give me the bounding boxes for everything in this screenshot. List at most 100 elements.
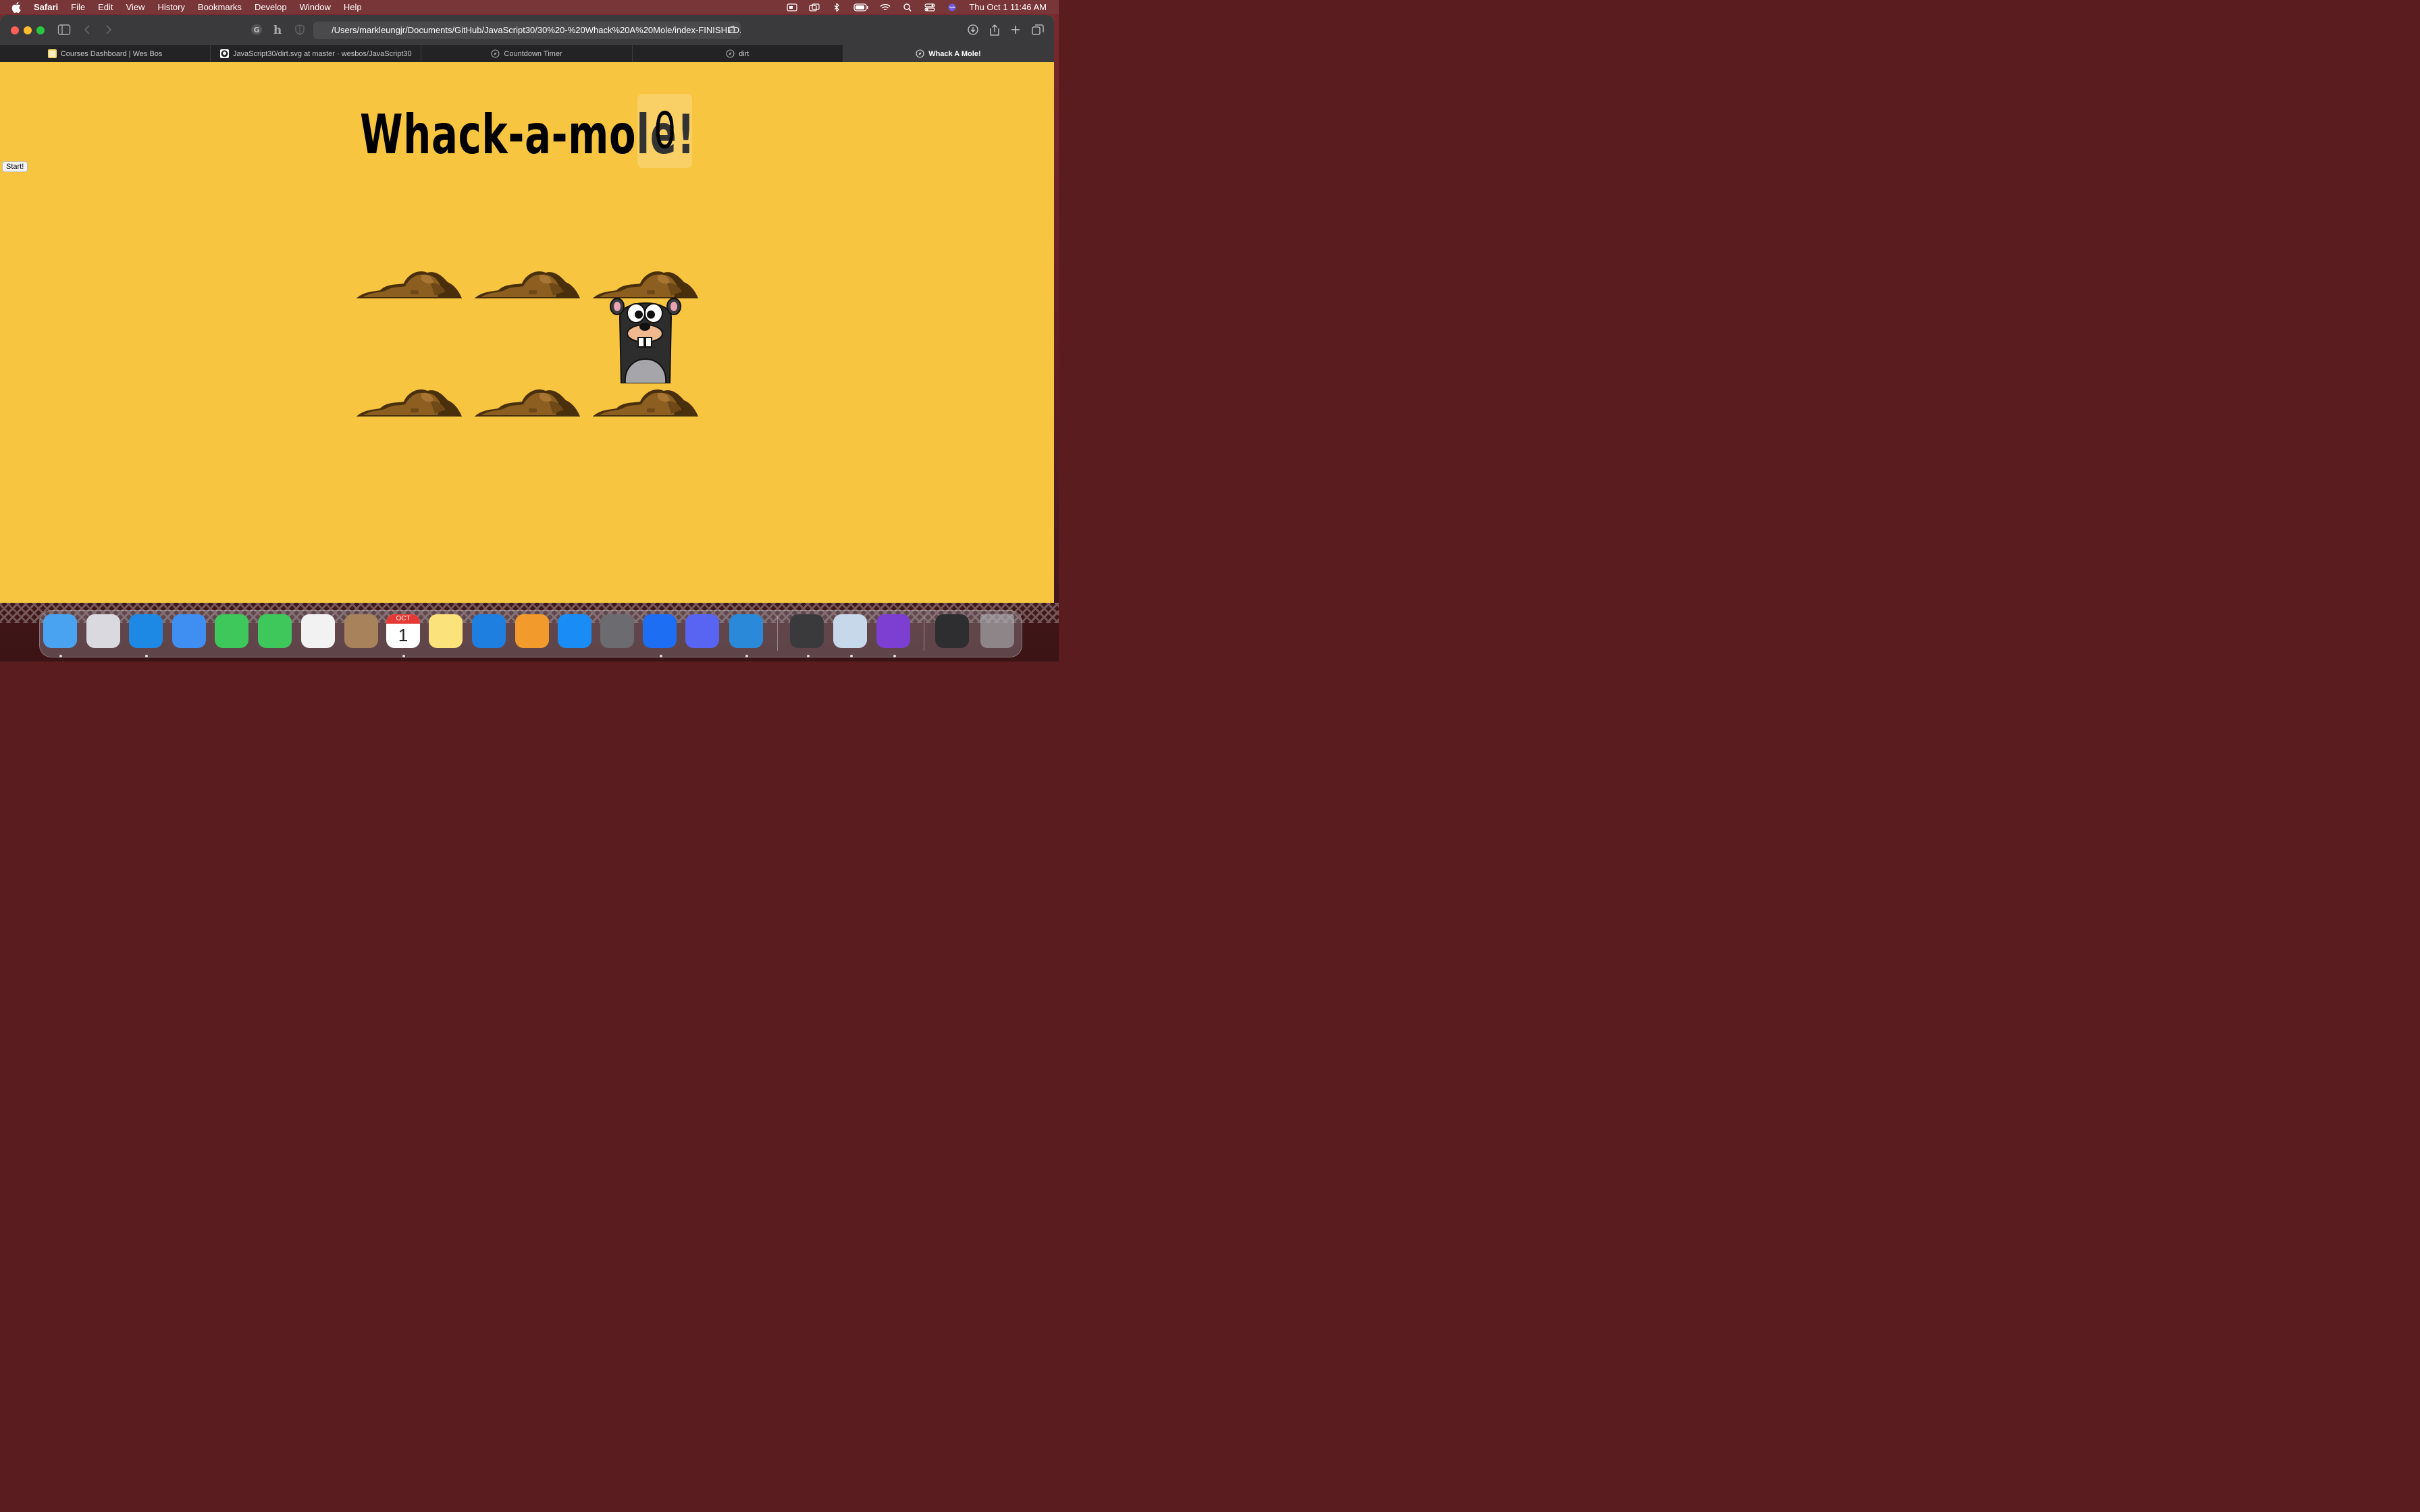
menu-history[interactable]: History [157,2,184,12]
menu-window[interactable]: Window [300,2,331,12]
siri-icon[interactable] [947,3,957,11]
back-icon[interactable] [81,24,95,36]
game-page: Start! Whack-a-mole! 0 [0,62,1054,603]
forward-icon[interactable] [101,24,115,36]
tab-courses-dashboard[interactable]: Courses Dashboard | Wes Bos [0,45,211,62]
tab-github-dirt-svg[interactable]: JavaScript30/dirt.svg at master · wesbos… [211,45,422,62]
tab-label: Whack A Mole! [928,49,981,58]
launchpad-icon[interactable] [86,614,120,648]
tab-dirt[interactable]: dirt [633,45,843,62]
menu-edit[interactable]: Edit [98,2,113,12]
game-title: Whack-a-mole! [360,103,695,166]
compass-favicon-icon [726,49,735,58]
tab-whack-a-mole[interactable]: Whack A Mole! [843,45,1054,62]
fullscreen-window-button[interactable] [36,26,45,34]
finder-icon[interactable] [43,614,77,648]
compass-favicon-icon [916,49,924,58]
tab-label: dirt [739,49,749,58]
github-favicon-icon [219,49,229,58]
calendar-icon[interactable]: OCT 1 [386,614,420,648]
running-indicator [745,655,748,657]
running-indicator [660,655,662,657]
menu-app-name[interactable]: Safari [34,2,58,12]
score-display: 0 [637,94,692,168]
dock-separator [777,616,778,651]
downloads-icon[interactable] [935,614,969,648]
running-indicator [59,655,62,657]
tab-label: JavaScript30/dirt.svg at master · wesbos… [232,49,412,58]
menu-bookmarks[interactable]: Bookmarks [198,2,242,12]
bluetooth-icon[interactable] [831,3,842,11]
menu-develop[interactable]: Develop [255,2,287,12]
address-bar[interactable]: /Users/markleungjr/Documents/GitHub/Java… [313,22,741,39]
mole[interactable] [609,290,682,383]
reload-icon[interactable] [727,25,737,34]
game-title-row: Whack-a-mole! [360,97,695,171]
visual-studio-code-icon[interactable] [729,614,763,648]
calculator-icon[interactable] [790,614,824,648]
photos-icon[interactable] [301,614,335,648]
system-preferences-icon[interactable] [600,614,634,648]
messages-icon[interactable] [258,614,292,648]
safari-window: G h /Users/markleungjr/Documents/GitHub/… [0,15,1054,603]
privacy-shield-icon[interactable] [293,24,307,36]
tab-bar: Courses Dashboard | Wes Bos JavaScript30… [0,45,1054,62]
running-indicator [850,655,853,657]
compass-favicon-icon [491,49,500,58]
tab-label: Courses Dashboard | Wes Bos [60,49,163,58]
minimize-window-button[interactable] [24,26,32,34]
running-indicator [893,655,896,657]
calendar-month: OCT [386,614,420,624]
close-window-button[interactable] [11,26,19,34]
dirt-hole[interactable] [357,383,462,416]
menu-help[interactable]: Help [344,2,362,12]
display-mirror-icon[interactable] [809,3,820,11]
calendar-day: 1 [398,625,409,645]
keynote-icon[interactable] [472,614,506,648]
discord-icon[interactable] [685,614,719,648]
dirt-hole[interactable] [475,265,580,298]
mail-icon[interactable] [172,614,206,648]
start-button[interactable]: Start! [2,161,28,172]
dirt-hole[interactable] [357,265,462,298]
wifi-icon[interactable] [880,3,891,11]
running-indicator [807,655,810,657]
screen-share-icon[interactable] [787,3,797,11]
pages-icon[interactable] [515,614,549,648]
honey-extension-icon[interactable]: h [271,24,284,36]
svg-text:h: h [273,24,282,36]
tab-label: Countdown Timer [504,49,562,58]
contacts-icon[interactable] [344,614,378,648]
menu-bar-clock[interactable]: Thu Oct 1 11:46 AM [969,2,1047,12]
dirt-hole[interactable] [593,383,698,416]
messenger-icon[interactable] [643,614,677,648]
downloads-icon[interactable] [966,24,980,36]
wes-bos-favicon-icon [47,49,57,58]
new-tab-icon[interactable] [1009,24,1022,36]
tab-countdown-timer[interactable]: Countdown Timer [421,45,633,62]
safari-icon[interactable] [129,614,163,648]
grammarly-icon[interactable]: G [250,24,263,36]
running-indicator [402,655,405,657]
control-center-icon[interactable] [924,3,935,11]
menu-file[interactable]: File [71,2,85,12]
apple-icon[interactable] [11,1,21,13]
github-desktop-icon[interactable] [876,614,910,648]
app-store-icon[interactable] [558,614,591,648]
sidebar-toggle-icon[interactable] [57,24,71,36]
safari-toolbar: G h /Users/markleungjr/Documents/GitHub/… [0,15,1054,45]
tab-overview-icon[interactable] [1031,24,1045,36]
dirt-hole[interactable] [475,383,580,416]
spotlight-search-icon[interactable] [902,3,913,11]
notes-icon[interactable] [429,614,463,648]
running-indicator [145,655,148,657]
svg-text:G: G [253,26,259,34]
battery-icon[interactable] [853,3,868,11]
menu-view[interactable]: View [126,2,145,12]
share-icon[interactable] [988,24,1001,36]
preview-icon[interactable] [833,614,867,648]
score-value: 0 [654,102,676,160]
facetime-icon[interactable] [215,614,248,648]
trash-icon[interactable] [980,614,1014,648]
menu-bar: Safari File Edit View History Bookmarks … [0,0,1059,14]
